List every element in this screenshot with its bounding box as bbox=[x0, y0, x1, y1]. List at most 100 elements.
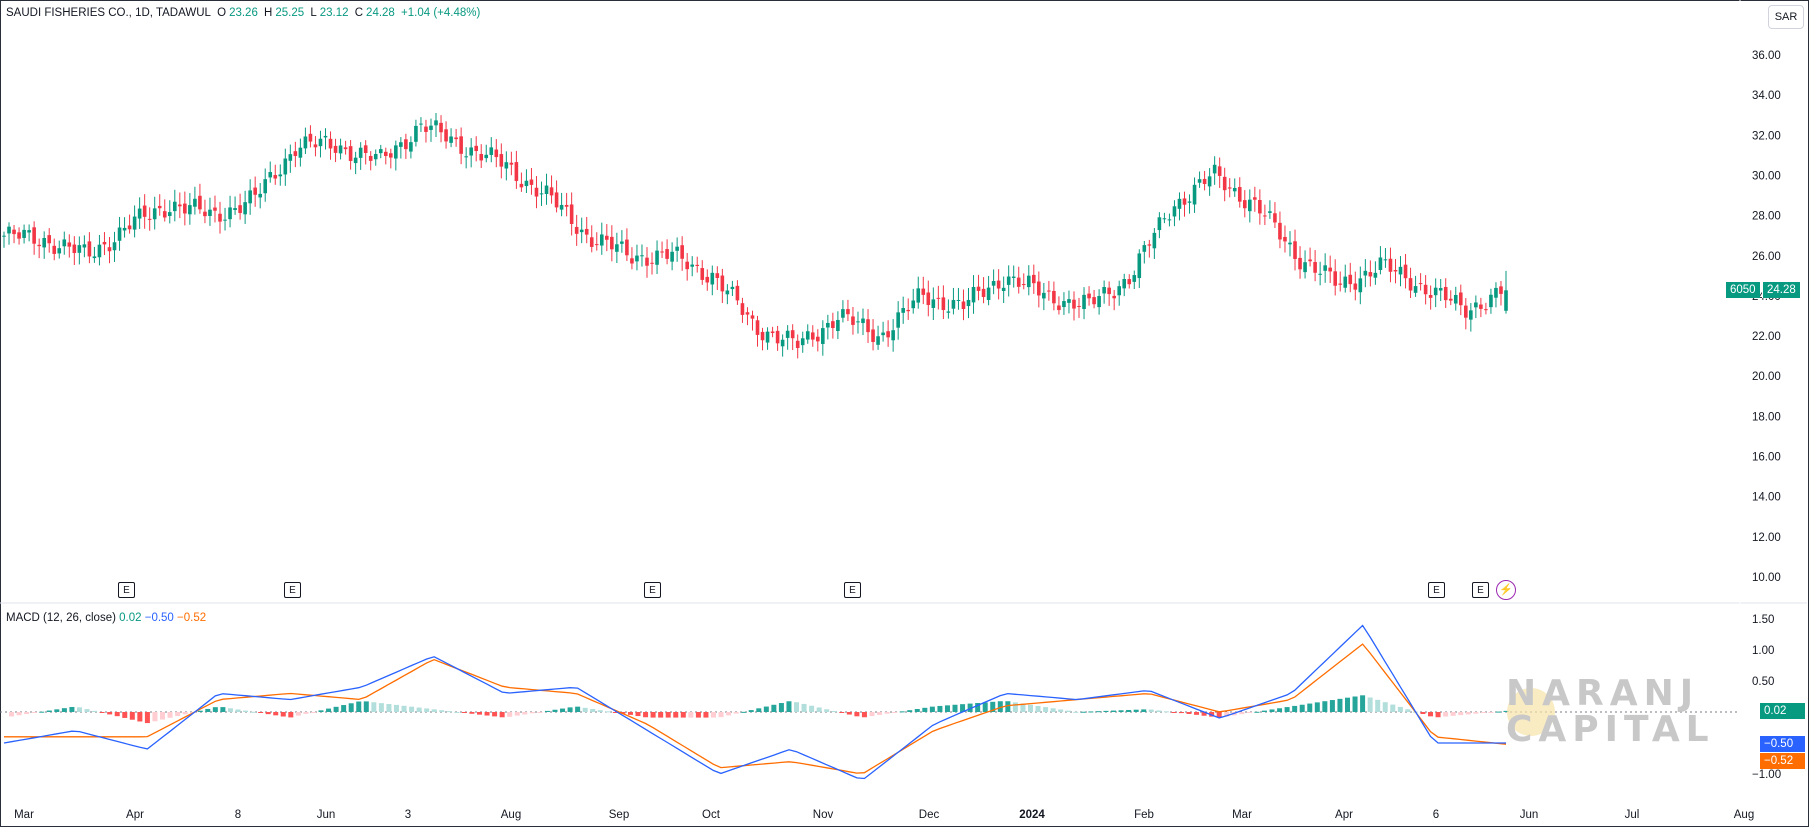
macd-histogram-bar bbox=[794, 702, 800, 712]
candle-body bbox=[775, 330, 780, 344]
candle-body bbox=[1217, 166, 1222, 176]
candle-body bbox=[419, 123, 423, 125]
candle-body bbox=[57, 248, 62, 254]
candle-body bbox=[519, 183, 524, 188]
candle-body bbox=[278, 174, 283, 177]
earnings-icon[interactable]: E bbox=[644, 582, 661, 598]
candle-body bbox=[735, 285, 740, 301]
macd-histogram-bar bbox=[152, 712, 158, 722]
candle-body bbox=[12, 229, 16, 235]
candle-body bbox=[1237, 187, 1242, 202]
candle-body bbox=[1167, 219, 1172, 221]
candle-body bbox=[92, 256, 97, 259]
candle-body bbox=[258, 193, 262, 198]
candle-body bbox=[1187, 201, 1192, 203]
candle-body bbox=[886, 331, 890, 338]
candle-body bbox=[1328, 267, 1332, 272]
candle-body bbox=[343, 147, 348, 150]
time-tick-label: 2024 bbox=[1019, 809, 1045, 821]
candle-body bbox=[750, 315, 755, 319]
candle-body bbox=[1207, 176, 1212, 187]
price-tick-label: 30.00 bbox=[1752, 170, 1781, 182]
earnings-icon[interactable]: E bbox=[284, 582, 301, 598]
candle-body bbox=[1142, 245, 1147, 252]
candle-body bbox=[599, 234, 604, 246]
candle-body bbox=[338, 145, 343, 154]
candle-body bbox=[655, 250, 659, 265]
candle-body bbox=[1253, 197, 1257, 200]
macd-histogram-bar bbox=[544, 710, 550, 712]
candle-body bbox=[1413, 286, 1418, 293]
candle-body bbox=[1052, 290, 1056, 304]
candle-body bbox=[1097, 296, 1101, 308]
candle-body bbox=[589, 237, 594, 247]
candle-body bbox=[218, 213, 222, 222]
macd-histogram-bar bbox=[499, 712, 505, 718]
candle-body bbox=[1448, 298, 1453, 301]
macd-histogram-bar bbox=[741, 711, 747, 713]
candle-body bbox=[484, 154, 489, 159]
candle-body bbox=[544, 185, 549, 195]
candle-body bbox=[665, 249, 669, 259]
candle-body bbox=[1222, 176, 1227, 191]
dividend-icon[interactable]: ⚡ bbox=[1496, 580, 1516, 600]
macd-histogram-bar bbox=[1382, 702, 1388, 712]
candle-body bbox=[1006, 276, 1011, 285]
price-tick-label: 28.00 bbox=[1752, 211, 1781, 223]
candle-body bbox=[132, 216, 137, 230]
earnings-icon[interactable]: E bbox=[1472, 582, 1489, 598]
macd-histogram-bar bbox=[265, 712, 271, 715]
candle-body bbox=[1117, 286, 1121, 296]
macd-histogram-bar bbox=[718, 712, 724, 718]
candle-body bbox=[509, 162, 514, 165]
candle-body bbox=[559, 204, 564, 210]
earnings-icon[interactable]: E bbox=[844, 582, 861, 598]
macd-histogram-bar bbox=[129, 712, 135, 720]
macd-histogram-bar bbox=[1178, 712, 1184, 714]
candle-body bbox=[911, 300, 916, 309]
candle-body bbox=[1378, 257, 1383, 270]
macd-histogram-bar bbox=[1194, 712, 1200, 715]
macd-line-tag: −0.50 bbox=[1760, 736, 1805, 752]
time-tick-label: Aug bbox=[1734, 809, 1754, 821]
macd-histogram-bar bbox=[1065, 710, 1071, 712]
candle-body bbox=[635, 255, 639, 262]
macd-histogram-bar bbox=[635, 712, 641, 717]
time-tick-label: Nov bbox=[813, 809, 834, 821]
macd-histogram-bar bbox=[710, 712, 716, 718]
macd-histogram-bar bbox=[356, 701, 362, 712]
macd-histogram-bar bbox=[929, 706, 935, 712]
macd-histogram-bar bbox=[1488, 712, 1494, 713]
candle-body bbox=[1484, 309, 1488, 311]
candle-body bbox=[760, 331, 765, 341]
candle-body bbox=[1242, 200, 1247, 209]
candle-body bbox=[147, 218, 152, 220]
macd-histogram-bar bbox=[1420, 712, 1426, 714]
macd-histogram-bar bbox=[907, 710, 913, 712]
macd-histogram-bar bbox=[1111, 710, 1117, 712]
candle-body bbox=[1408, 278, 1413, 291]
candle-body bbox=[836, 319, 840, 331]
candle-body bbox=[871, 329, 875, 342]
candle-body bbox=[363, 145, 368, 154]
macd-histogram-bar bbox=[326, 708, 332, 712]
candle-body bbox=[308, 133, 313, 142]
macd-histogram-bar bbox=[771, 704, 777, 712]
macd-histogram-bar bbox=[688, 712, 694, 718]
candle-body bbox=[1112, 295, 1116, 299]
candle-body bbox=[931, 299, 936, 308]
candle-body bbox=[87, 241, 92, 257]
candle-body bbox=[700, 268, 705, 280]
earnings-icon[interactable]: E bbox=[1428, 582, 1445, 598]
candle-body bbox=[167, 212, 172, 217]
candle-body bbox=[1197, 179, 1202, 183]
price-tick-label: 18.00 bbox=[1752, 411, 1781, 423]
macd-histogram-bar bbox=[884, 712, 890, 714]
candle-body bbox=[394, 145, 398, 159]
candle-body bbox=[1338, 283, 1343, 285]
watermark-line2: CAPITAL bbox=[1506, 709, 1715, 750]
earnings-icon[interactable]: E bbox=[118, 582, 135, 598]
candle-body bbox=[117, 227, 122, 241]
candle-body bbox=[52, 245, 57, 254]
candle-body bbox=[1303, 262, 1307, 273]
